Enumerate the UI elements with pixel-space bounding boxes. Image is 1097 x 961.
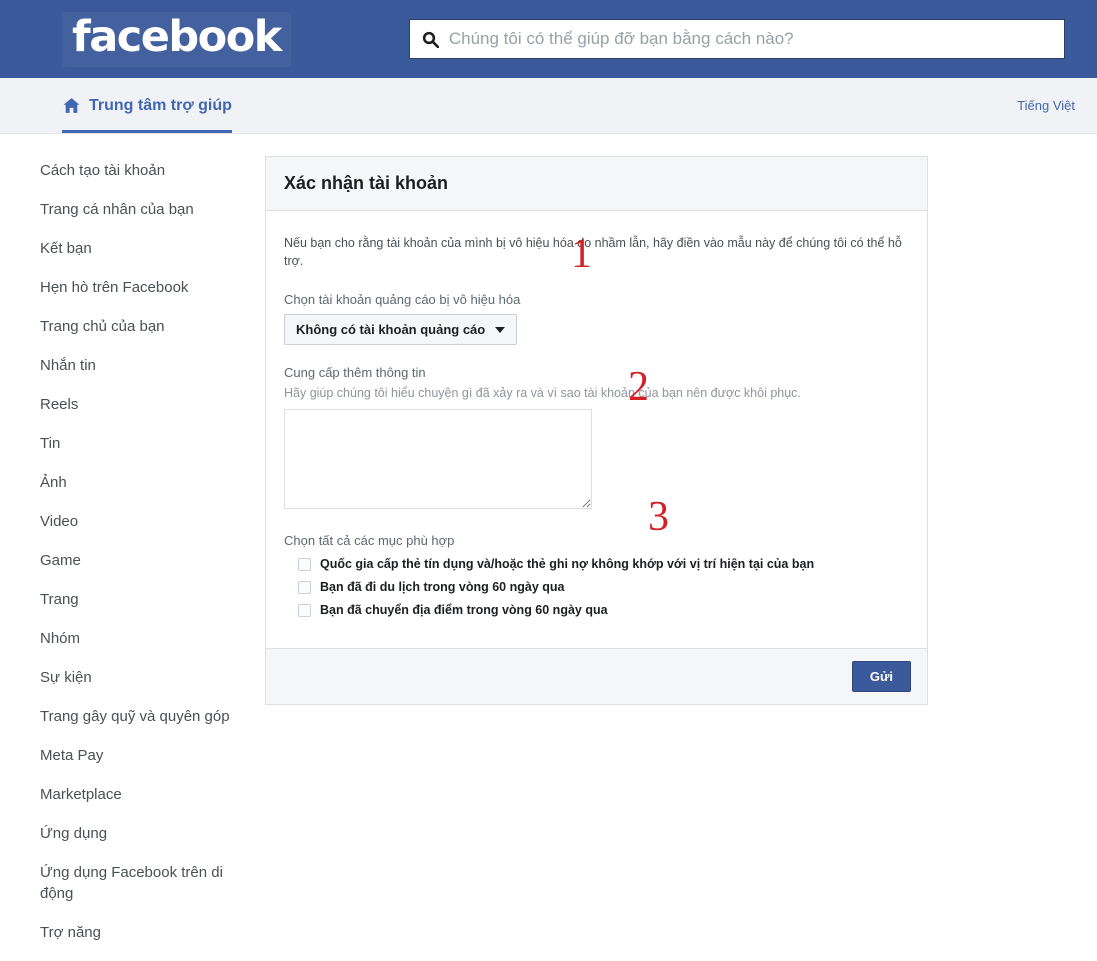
- page-title: Xác nhận tài khoản: [284, 173, 449, 193]
- nav-item-help-center[interactable]: Trung tâm trợ giúp: [62, 78, 232, 133]
- annotation-number-3: 3: [648, 494, 669, 540]
- sidebar-item-friending[interactable]: Kết bạn: [40, 238, 230, 259]
- sidebar-item-marketplace[interactable]: Marketplace: [40, 784, 230, 805]
- checkbox-icon[interactable]: [298, 557, 311, 571]
- ad-account-select-value: Không có tài khoản quảng cáo: [296, 322, 486, 337]
- nav-left-group: Trung tâm trợ giúp: [62, 78, 232, 133]
- card-footer: Gửi: [266, 648, 927, 704]
- page-content: Cách tạo tài khoản Trang cá nhân của bạn…: [0, 134, 1097, 961]
- checkbox-label: Quốc gia cấp thẻ tín dụng và/hoặc thẻ gh…: [320, 557, 815, 571]
- main-content: Xác nhận tài khoản Nếu bạn cho rằng tài …: [264, 156, 1097, 961]
- sidebar-item-facebook-dating[interactable]: Hẹn hò trên Facebook: [40, 277, 230, 298]
- sidebar-item-stories[interactable]: Tin: [40, 433, 230, 454]
- active-tab-underline: [62, 130, 232, 133]
- sidebar-item-your-home-page[interactable]: Trang chủ của bạn: [40, 316, 230, 337]
- secondary-nav: Trung tâm trợ giúp Tiếng Việt: [0, 78, 1097, 134]
- nav-item-help-center-label: Trung tâm trợ giúp: [89, 96, 232, 114]
- sidebar-navigation: Cách tạo tài khoản Trang cá nhân của bạn…: [0, 156, 264, 961]
- sidebar-item-messaging[interactable]: Nhắn tin: [40, 355, 230, 376]
- sidebar-item-photos[interactable]: Ảnh: [40, 472, 230, 493]
- sidebar-item-your-profile[interactable]: Trang cá nhân của bạn: [40, 199, 230, 220]
- sidebar-item-mobile-apps[interactable]: Ứng dụng Facebook trên di động: [40, 862, 230, 904]
- ad-account-select[interactable]: Không có tài khoản quảng cáo: [284, 314, 518, 345]
- account-confirmation-card: Xác nhận tài khoản Nếu bạn cho rằng tài …: [265, 156, 928, 705]
- search-box[interactable]: [408, 19, 1065, 59]
- sidebar-item-accessibility[interactable]: Trợ năng: [40, 922, 230, 943]
- sidebar-item-meta-pay[interactable]: Meta Pay: [40, 745, 230, 766]
- sidebar-item-create-account[interactable]: Cách tạo tài khoản: [40, 160, 230, 181]
- sidebar-item-reels[interactable]: Reels: [40, 394, 230, 415]
- checkbox-icon[interactable]: [298, 580, 311, 594]
- sidebar-item-videos[interactable]: Video: [40, 511, 230, 532]
- checkbox-label: Bạn đã chuyển địa điểm trong vòng 60 ngà…: [320, 603, 608, 617]
- top-header-bar: facebook: [0, 0, 1097, 78]
- more-info-textarea[interactable]: [284, 409, 592, 509]
- home-icon: [62, 96, 81, 115]
- checkbox-row-traveled-recently[interactable]: Bạn đã đi du lịch trong vòng 60 ngày qua: [284, 580, 909, 594]
- ad-account-label: Chọn tài khoản quảng cáo bị vô hiệu hóa: [284, 292, 521, 307]
- language-selector[interactable]: Tiếng Việt: [1017, 78, 1075, 133]
- checkbox-group-label: Chọn tất cả các mục phù hợp: [284, 533, 455, 548]
- chevron-down-icon: [495, 326, 506, 333]
- more-info-help-text: Hãy giúp chúng tôi hiểu chuyện gì đã xảy…: [284, 386, 801, 400]
- intro-text: Nếu bạn cho rằng tài khoản của mình bị v…: [284, 236, 902, 268]
- sidebar-item-games[interactable]: Game: [40, 550, 230, 571]
- annotation-number-1: 1: [571, 231, 592, 277]
- sidebar-item-fundraisers[interactable]: Trang gây quỹ và quyên góp: [40, 706, 230, 727]
- card-body: Nếu bạn cho rằng tài khoản của mình bị v…: [266, 211, 927, 648]
- facebook-logo[interactable]: facebook: [62, 11, 291, 67]
- search-icon: [422, 31, 440, 48]
- submit-button[interactable]: Gửi: [851, 661, 911, 692]
- sidebar-item-events[interactable]: Sự kiện: [40, 667, 230, 688]
- checkbox-row-moved-recently[interactable]: Bạn đã chuyển địa điểm trong vòng 60 ngà…: [284, 603, 909, 617]
- more-info-label: Cung cấp thêm thông tin: [284, 365, 426, 380]
- sidebar-item-groups[interactable]: Nhóm: [40, 628, 230, 649]
- checkbox-icon[interactable]: [298, 603, 311, 617]
- sidebar-item-pages[interactable]: Trang: [40, 589, 230, 610]
- annotation-number-2: 2: [628, 364, 649, 410]
- card-header: Xác nhận tài khoản: [266, 157, 927, 211]
- checkbox-row-card-country-mismatch[interactable]: Quốc gia cấp thẻ tín dụng và/hoặc thẻ gh…: [284, 557, 909, 571]
- checkbox-label: Bạn đã đi du lịch trong vòng 60 ngày qua: [320, 580, 565, 594]
- search-input[interactable]: [446, 28, 1052, 50]
- sidebar-item-apps[interactable]: Ứng dụng: [40, 823, 230, 844]
